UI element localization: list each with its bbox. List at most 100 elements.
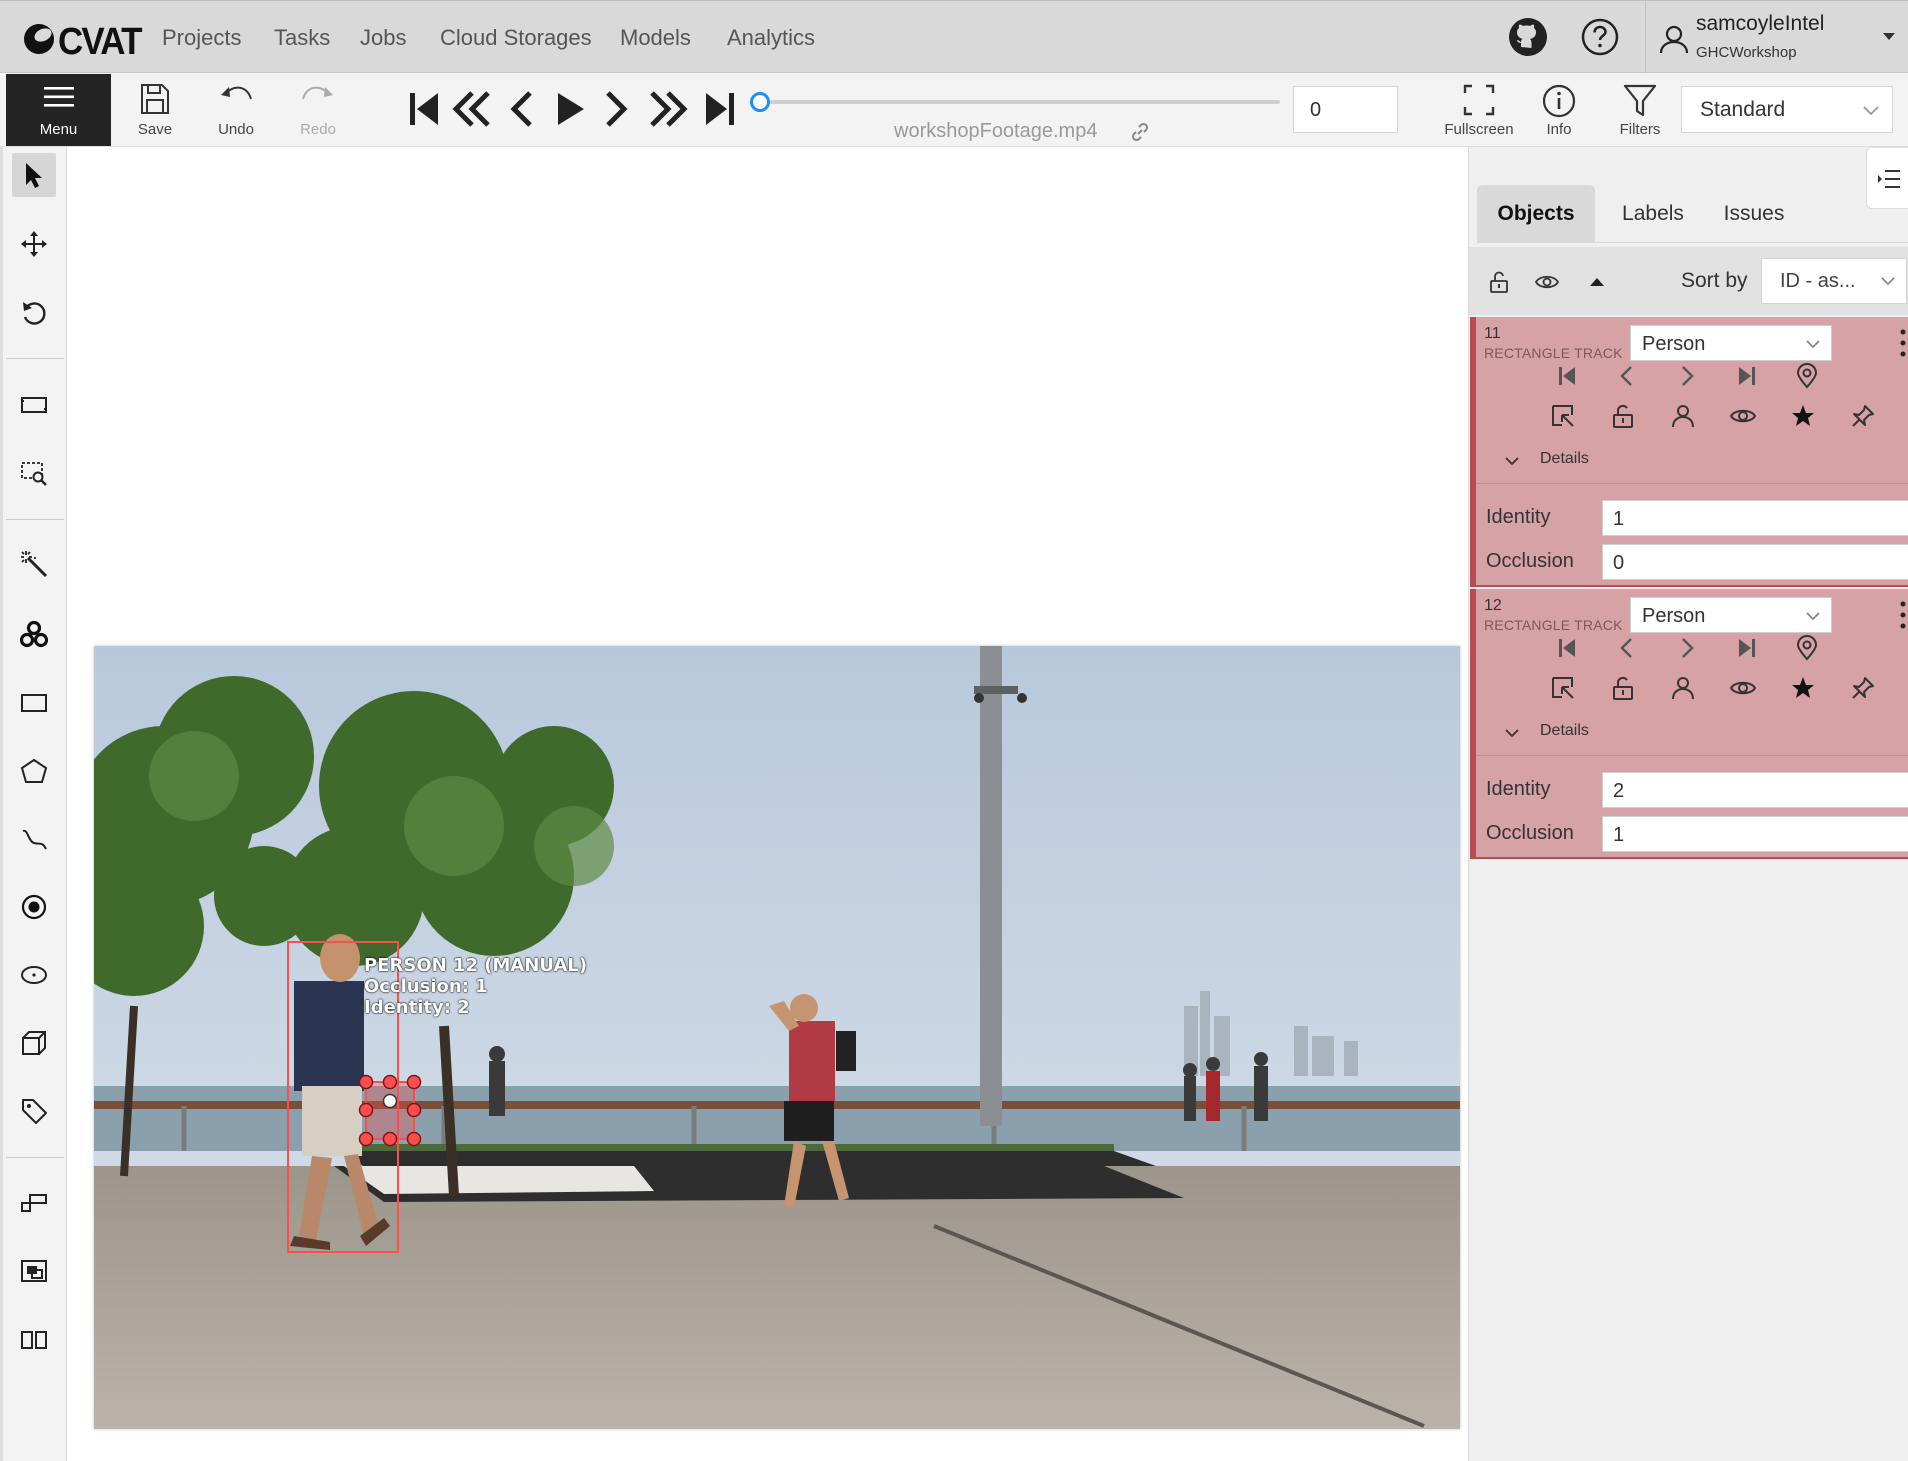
sort-select[interactable]: ID - as... [1761,258,1907,304]
select-outside-icon[interactable] [1550,675,1576,701]
fit-image-tool[interactable] [12,383,56,427]
attribute-identity-input[interactable]: 2 [1602,772,1908,808]
tab-labels[interactable]: Labels [1613,185,1693,243]
rotate-tool[interactable] [12,291,56,335]
workspace-select[interactable]: Standard [1681,86,1893,133]
prev-keyframe-icon[interactable] [1614,363,1640,389]
fullscreen-button[interactable]: Fullscreen [1444,73,1514,147]
next-keyframe-icon[interactable] [1674,635,1700,661]
fullscreen-icon [1463,84,1495,116]
zoom-region-tool[interactable] [12,451,56,495]
draw-polyline-tool[interactable] [12,817,56,861]
eye-icon[interactable] [1730,403,1756,429]
video-frame[interactable] [94,646,1460,1429]
nav-models[interactable]: Models [620,25,691,51]
object-item-12[interactable]: 12 RECTANGLE TRACK Person Details Identi… [1470,589,1908,859]
last-keyframe-icon[interactable] [1734,635,1760,661]
nav-analytics[interactable]: Analytics [727,25,815,51]
draw-rectangle-tool[interactable] [12,681,56,725]
opencv-icon [20,620,48,648]
first-frame-button[interactable] [404,87,444,131]
unlock-icon[interactable] [1610,403,1636,429]
object-item-11[interactable]: 11 RECTANGLE TRACK Person Details Identi… [1470,317,1908,587]
nav-jobs[interactable]: Jobs [360,25,406,51]
object-label-select[interactable]: Person [1630,597,1832,633]
unlock-icon[interactable] [1610,675,1636,701]
link-icon[interactable] [1130,122,1150,142]
draw-polygon-tool[interactable] [12,749,56,793]
filters-button[interactable]: Filters [1614,73,1666,147]
menu-button[interactable]: Menu [6,74,111,146]
video-filename: workshopFootage.mp4 [894,120,1098,142]
magic-wand-icon [21,551,48,578]
group-tool[interactable] [12,1249,56,1293]
previous-frame-button[interactable] [506,87,546,131]
forward-step-button[interactable] [646,87,688,131]
user-menu[interactable]: samcoyleIntel GHCWorkshop [1645,1,1908,74]
attribute-occlusion-input[interactable]: 1 [1602,816,1908,852]
next-frame-button[interactable] [602,87,642,131]
undo-icon [221,86,252,100]
save-button[interactable]: Save [128,73,182,147]
opencv-tool[interactable] [12,612,56,656]
draw-cuboid-tool[interactable] [12,1021,56,1065]
last-frame-button[interactable] [700,87,740,131]
nav-cloud-storages[interactable]: Cloud Storages [440,25,592,51]
attribute-occlusion-input[interactable]: 0 [1602,544,1908,580]
lock-all-icon[interactable] [1487,270,1511,294]
eye-icon[interactable] [1535,270,1559,294]
first-keyframe-icon[interactable] [1554,363,1580,389]
attribute-identity-input[interactable]: 1 [1602,500,1908,536]
magic-wand-tool[interactable] [12,542,56,586]
caret-up-icon[interactable] [1585,270,1609,294]
fast-forward-icon [650,91,688,127]
pin-icon[interactable] [1850,675,1876,701]
undo-button[interactable]: Undo [208,73,264,147]
user-occluded-icon[interactable] [1670,403,1696,429]
first-frame-icon [410,93,438,125]
help-icon[interactable] [1580,17,1620,57]
nav-tasks[interactable]: Tasks [274,25,330,51]
pin-icon[interactable] [1850,403,1876,429]
frame-slider[interactable] [748,90,1286,114]
setup-tag-tool[interactable] [12,1089,56,1133]
location-icon[interactable] [1794,363,1820,389]
object-label-select[interactable]: Person [1630,325,1832,361]
user-occluded-icon[interactable] [1670,675,1696,701]
github-icon[interactable] [1508,17,1548,57]
next-keyframe-icon[interactable] [1674,363,1700,389]
frame-number-input[interactable]: 0 [1293,86,1398,133]
move-tool[interactable] [12,222,56,266]
tab-issues[interactable]: Issues [1709,185,1799,243]
shape-label-title: PERSON 12 (MANUAL) [364,955,588,976]
ellipse-icon [21,966,47,984]
star-icon[interactable] [1790,403,1816,429]
merge-tool[interactable] [12,1181,56,1225]
select-outside-icon[interactable] [1550,403,1576,429]
annotation-canvas[interactable] [67,147,1468,1461]
first-keyframe-icon[interactable] [1554,635,1580,661]
cursor-tool[interactable] [12,153,56,197]
location-icon[interactable] [1794,635,1820,661]
prev-keyframe-icon[interactable] [1614,635,1640,661]
cvat-logo[interactable]: CVAT [22,19,142,63]
draw-ellipse-tool[interactable] [12,953,56,997]
more-vertical-icon[interactable] [1896,597,1908,633]
frame-slider-handle[interactable] [750,92,770,112]
sidebar-collapse-button[interactable] [1866,147,1908,209]
draw-points-tool[interactable] [12,885,56,929]
nav-projects[interactable]: Projects [162,25,241,51]
backward-step-button[interactable] [450,87,490,131]
tab-objects[interactable]: Objects [1477,185,1595,243]
more-vertical-icon[interactable] [1896,325,1908,361]
redo-button[interactable]: Redo [290,73,346,147]
split-tool[interactable] [12,1317,56,1361]
chevron-down-icon [1863,106,1879,116]
attribute-occlusion-label: Occlusion [1486,822,1574,844]
star-icon[interactable] [1790,675,1816,701]
top-navigation-bar: CVAT Projects Tasks Jobs Cloud Storages … [0,0,1908,74]
eye-icon[interactable] [1730,675,1756,701]
last-keyframe-icon[interactable] [1734,363,1760,389]
info-button[interactable]: Info [1536,73,1582,147]
play-button[interactable] [552,87,592,131]
